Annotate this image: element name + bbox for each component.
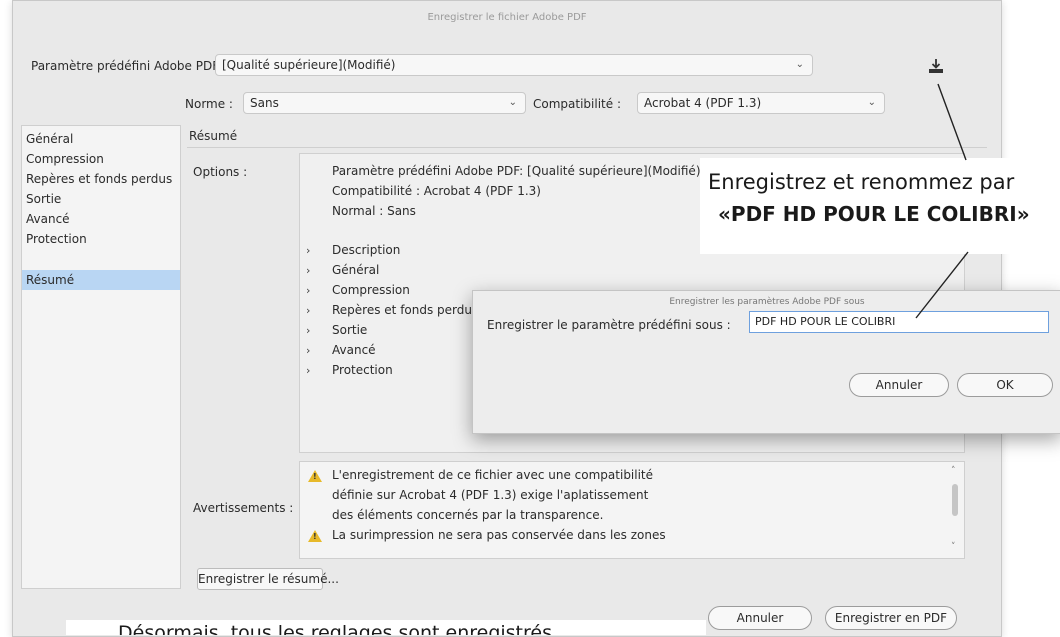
pointer-to-name-field xyxy=(915,251,969,319)
pointer-to-save-icon xyxy=(937,83,967,161)
bottom-caption: Désormais, tous les reglages sont enregi… xyxy=(66,620,706,635)
caption-text: Désormais, tous les reglages sont enregi… xyxy=(118,622,552,635)
annotation-pointers xyxy=(915,83,969,319)
